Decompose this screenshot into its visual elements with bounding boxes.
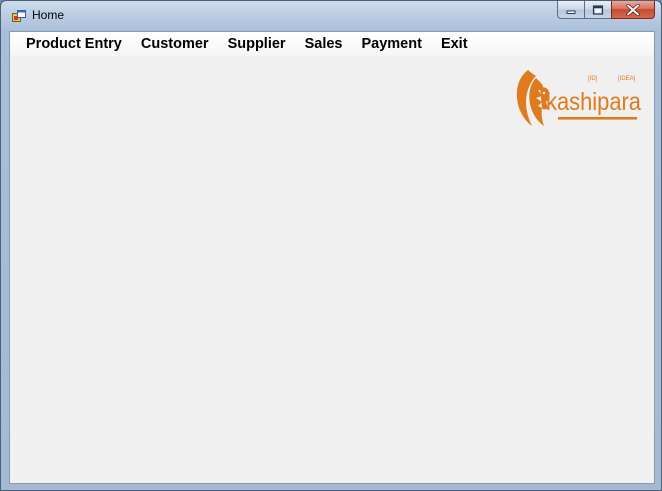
main-window: Home Product Entry Customer Supplier Sal… [0,0,662,491]
client-area: Product Entry Customer Supplier Sales Pa… [9,31,655,484]
menu-item-sales[interactable]: Sales [298,34,349,54]
window-title: Home [32,8,65,22]
menu-bar: Product Entry Customer Supplier Sales Pa… [10,32,654,56]
windows-forms-app-icon [12,10,26,22]
maximize-button[interactable] [584,1,611,19]
minimize-icon [566,10,576,14]
kashipara-logo: [ID] [IDEA] kashipara [516,70,641,126]
svg-text:[IDEA]: [IDEA] [618,76,636,82]
caption-buttons [557,1,655,20]
lion-head-logo [516,70,550,126]
menu-item-customer[interactable]: Customer [134,34,215,54]
menu-item-product-entry[interactable]: Product Entry [19,34,128,54]
menu-item-payment[interactable]: Payment [354,34,427,54]
svg-text:[ID]: [ID] [588,76,598,82]
close-button[interactable] [611,1,655,19]
menu-item-exit[interactable]: Exit [434,34,474,54]
close-icon [626,3,640,16]
minimize-button[interactable] [557,1,584,19]
logo-wordmark: kashipara [546,88,641,116]
maximize-icon [592,4,604,15]
menu-item-supplier[interactable]: Supplier [221,34,292,54]
title-bar[interactable]: Home [1,1,661,30]
